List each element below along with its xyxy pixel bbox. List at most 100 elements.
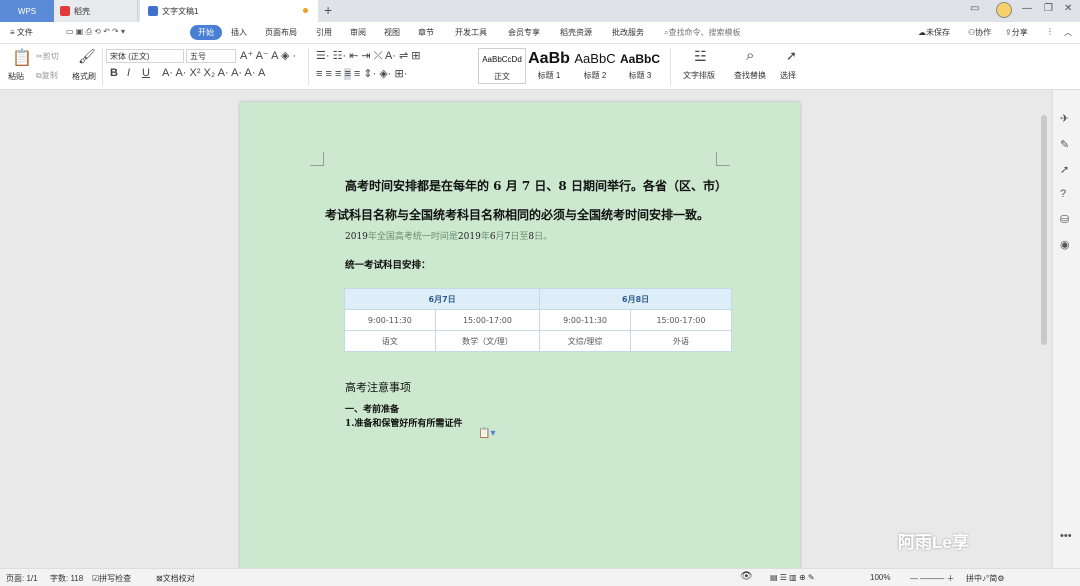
table-header-cell[interactable]: 6月7日 [343, 288, 541, 310]
tab-document[interactable]: 文字文稿1 [140, 0, 318, 22]
list-bullets-icons[interactable]: ☰· ☷· ⇤ ⇥ ⤫ A· ⇌ ⊞ [316, 49, 421, 63]
pointer-icon[interactable]: ➚ [1060, 163, 1069, 176]
close-icon[interactable]: ✕ [1064, 3, 1072, 14]
menu-item-page-layout[interactable]: 页面布局 [265, 27, 297, 38]
location-icon[interactable]: ◉ [1060, 238, 1070, 251]
ribbon-separator [102, 48, 103, 86]
table-cell[interactable]: 文综/理综 [539, 330, 631, 352]
document-page[interactable]: 高考时间安排都是在每年的 6 月 7 日、8 日期间举行。各省（区、市） 考试科… [240, 102, 800, 572]
spell-check-button[interactable]: ☑拼写检查 [92, 573, 131, 584]
paragraph-3-part: 日。 [534, 232, 553, 242]
collaborate-button[interactable]: ⚇协作 [968, 27, 991, 38]
font-name-select[interactable]: 宋体 (正文) [106, 49, 184, 63]
menu-item-correction[interactable]: 批改服务 [612, 27, 644, 38]
quick-access-icons[interactable]: ▭ ▣ ⎙ ⟲ ↶ ↷ ▾ [66, 27, 125, 37]
table-cell[interactable]: 15:00-17:00 [434, 309, 541, 331]
subheading-prep[interactable]: 一、考前准备 [345, 402, 399, 415]
style-heading-3[interactable]: AaBbC 标题 3 [618, 48, 662, 84]
cursor-arrow-icon[interactable]: ➚ [786, 48, 797, 64]
unsaved-label: 未保存 [926, 28, 950, 37]
table-cell[interactable]: 9:00-11:30 [344, 309, 436, 331]
cut-button[interactable]: ✂剪切 [36, 51, 59, 62]
view-mode-icons[interactable]: ▤ ☰ ▥ ⊕ ✎ [770, 573, 815, 582]
paragraph-2[interactable]: 考试科目名称与全国统考科目名称相同的必须与全国统考时间安排一致。 [325, 206, 709, 223]
bold-icon[interactable]: B [110, 67, 118, 79]
zoom-level[interactable]: 100% [870, 573, 890, 582]
help-icon[interactable]: ? [1060, 188, 1066, 200]
menu-item-review[interactable]: 审阅 [350, 27, 366, 38]
paragraph-align-icons[interactable]: ≡ ≡ ≡ ≡ ≡ ⇕· ◈· ⊞· [316, 67, 407, 80]
text-layout-button[interactable]: 文字排版 [683, 70, 715, 81]
style-normal[interactable]: AaBbCcDd 正文 [478, 48, 526, 84]
proofread-button[interactable]: ⊠文档校对 [156, 573, 195, 584]
style-heading-2-label: 标题 2 [583, 71, 607, 80]
rocket-icon[interactable]: ✈ [1060, 112, 1069, 125]
proofread-label: 文档校对 [162, 574, 195, 583]
share-button[interactable]: ⇪分享 [1005, 27, 1028, 38]
menu-item-insert[interactable]: 插入 [231, 27, 247, 38]
paragraph-4[interactable]: 统一考试科目安排： [345, 257, 431, 271]
heading-notes[interactable]: 高考注意事项 [345, 379, 411, 395]
italic-icon[interactable]: I [127, 67, 130, 79]
table-cell[interactable]: 9:00-11:30 [539, 309, 631, 331]
user-avatar[interactable] [996, 2, 1012, 18]
paragraph-3[interactable]: 2019年全国高考统一时间是2019年6月7日至8日。 [345, 229, 552, 242]
minimize-icon[interactable]: — [1022, 3, 1032, 14]
find-replace-button[interactable]: 查找替换 [734, 70, 766, 81]
paste-options-icon[interactable]: 📋▾ [478, 428, 495, 439]
table-cell[interactable]: 数学（文/理） [434, 330, 541, 352]
menu-item-developer[interactable]: 开发工具 [455, 27, 487, 38]
text-layout-icon[interactable]: ☳ [694, 48, 707, 65]
menu-item-chapter[interactable]: 章节 [418, 27, 434, 38]
table-header-cell[interactable]: 6月8日 [539, 288, 732, 310]
paste-icon[interactable]: 📋 [12, 48, 32, 68]
new-tab-button[interactable]: + [324, 2, 332, 18]
eye-icon[interactable]: 👁 [740, 571, 753, 582]
format-painter-icon[interactable]: 🖌 [78, 48, 96, 65]
table-cell[interactable]: 语文 [344, 330, 436, 352]
pen-icon[interactable]: ✎ [1060, 138, 1069, 151]
font-size-tools-icons[interactable]: A⁺ A⁻ A ◈ · [240, 49, 296, 62]
paste-button[interactable]: 粘贴 [8, 71, 24, 82]
table-cell[interactable]: 外语 [629, 330, 733, 352]
text-format-icons[interactable]: A· A· X² X₂ A· A· A· A [162, 67, 265, 79]
tab-document-label: 文字文稿1 [162, 6, 199, 16]
paragraph-3-part: 年全国高考统一时间是 [367, 232, 458, 242]
paragraph-1[interactable]: 高考时间安排都是在每年的 6 月 7 日、8 日期间举行。各省（区、市） [345, 177, 727, 194]
unsaved-button[interactable]: ☁未保存 [918, 27, 950, 38]
word-count[interactable]: 字数: 118 [50, 573, 83, 584]
table-cell[interactable]: 15:00-17:00 [629, 309, 733, 331]
menu-item-view[interactable]: 视图 [384, 27, 400, 38]
format-painter-button[interactable]: 格式刷 [72, 71, 96, 82]
wps-writer-window: WPS 稻壳 文字文稿1 + ▭ — ❐ ✕ ≡ 文件 ▭ ▣ ⎙ ⟲ ↶ ↷ … [0, 0, 1080, 586]
scrollbar-thumb[interactable] [1041, 115, 1047, 345]
file-menu[interactable]: ≡ 文件 [10, 27, 33, 38]
style-heading-2[interactable]: AaBbC 标题 2 [572, 48, 618, 84]
ime-toolbar-icons[interactable]: 拼中♪°简⚙ [966, 573, 1004, 584]
restore-icon[interactable]: ❐ [1044, 3, 1053, 14]
tab-wps[interactable]: WPS [0, 0, 54, 22]
more-icon[interactable]: ••• [1060, 530, 1072, 542]
menu-item-references[interactable]: 引用 [316, 27, 332, 38]
backup-icon[interactable]: ⛁ [1060, 213, 1069, 226]
menu-item-home[interactable]: 开始 [190, 25, 222, 40]
list-item-documents[interactable]: 1.准备和保管好所有所需证件 [345, 416, 462, 429]
menu-item-docer-resources[interactable]: 稻壳资源 [560, 27, 592, 38]
layout-icon[interactable]: ▭ [970, 3, 979, 14]
copy-button[interactable]: ⧉复制 [36, 70, 58, 81]
style-heading-1[interactable]: AaBb 标题 1 [526, 48, 572, 84]
zoom-slider[interactable]: — ——— ＋ [910, 573, 954, 584]
style-heading-3-sample: AaBbC [619, 52, 660, 66]
magnifier-icon[interactable]: ⌕ [746, 47, 754, 64]
font-size-select[interactable]: 五号 [186, 49, 236, 63]
select-button[interactable]: 选择 [780, 70, 796, 81]
tab-docer[interactable]: 稻壳 [54, 0, 138, 22]
more-menu-icon[interactable]: ⋮ [1046, 27, 1054, 36]
command-search[interactable]: ⌕查找命令、搜索模板 [664, 27, 740, 38]
menu-item-member[interactable]: 会员专享 [508, 27, 540, 38]
underline-icon[interactable]: U [142, 67, 150, 79]
paragraph-3-part: 日至 [510, 232, 529, 242]
collapse-ribbon-icon[interactable]: ︿ [1064, 27, 1072, 38]
exam-schedule-table[interactable]: 6月7日 6月8日 9:00-11:30 15:00-17:00 9:00-11… [343, 288, 733, 352]
unsaved-dot-icon [303, 8, 308, 13]
